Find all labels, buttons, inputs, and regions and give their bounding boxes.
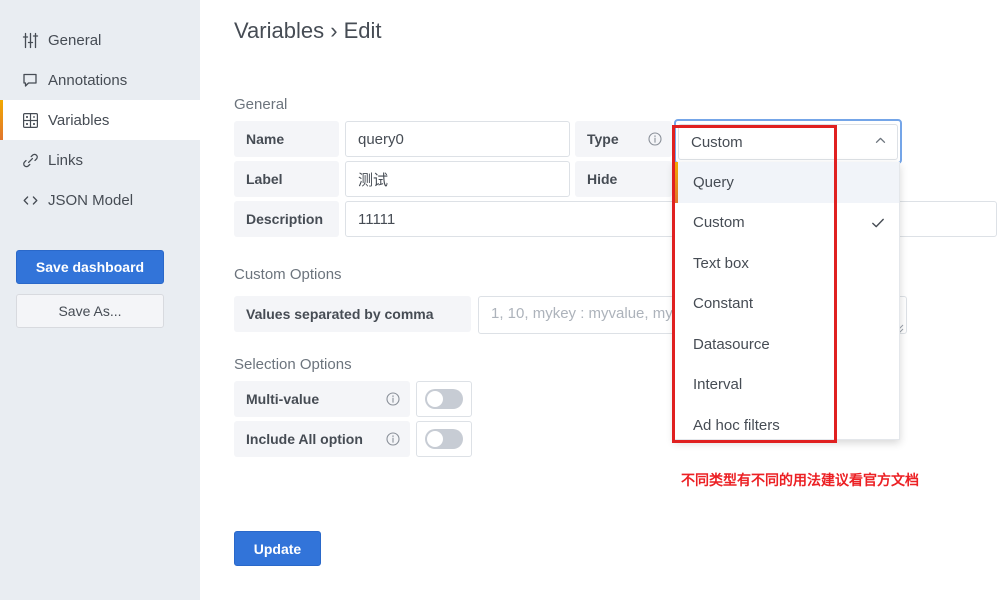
menu-item-label: Datasource (693, 335, 770, 353)
section-title-general: General (234, 96, 288, 113)
sidebar-item-links[interactable]: Links (0, 140, 200, 180)
values-field-label: Values separated by comma (234, 296, 471, 332)
type-field-label-text: Type (587, 131, 619, 147)
menu-item-custom[interactable]: Custom (675, 203, 899, 244)
sidebar-item-annotations[interactable]: Annotations (0, 60, 200, 100)
menu-item-datasource[interactable]: Datasource (675, 324, 899, 365)
multi-value-toggle[interactable] (416, 381, 472, 417)
multi-value-label-text: Multi-value (246, 391, 320, 407)
sliders-icon (22, 32, 39, 49)
comment-icon (22, 72, 39, 89)
name-field-label: Name (234, 121, 339, 157)
menu-item-constant[interactable]: Constant (675, 284, 899, 325)
menu-item-label: Constant (693, 295, 754, 313)
type-field-label: Type (575, 121, 672, 157)
grid-icon (22, 112, 39, 129)
menu-item-ad-hoc-filters[interactable]: Ad hoc filters (675, 405, 899, 446)
update-button[interactable]: Update (234, 531, 321, 566)
multi-value-field-label: Multi-value (234, 381, 410, 417)
menu-item-label: Ad hoc filters (693, 416, 780, 434)
menu-item-label: Query (693, 173, 734, 191)
type-select-value: Custom (691, 133, 743, 151)
info-icon[interactable] (386, 432, 400, 446)
app-root: General Annotations Variables Links JSON… (0, 0, 997, 600)
check-icon (871, 216, 885, 230)
type-select[interactable]: Custom (678, 124, 898, 160)
sidebar-item-variables[interactable]: Variables (0, 100, 200, 140)
toggle-knob (427, 391, 443, 407)
save-dashboard-button[interactable]: Save dashboard (16, 250, 164, 284)
sidebar-item-label: General (48, 31, 102, 49)
type-select-focus-ring: Custom (674, 119, 902, 164)
chevron-up-icon[interactable] (874, 134, 887, 151)
settings-sidebar: General Annotations Variables Links JSON… (0, 0, 200, 600)
code-brackets-icon (22, 192, 39, 209)
sidebar-nav: General Annotations Variables Links JSON… (0, 20, 200, 220)
toggle-knob (427, 431, 443, 447)
hide-field-label: Hide (575, 161, 672, 197)
menu-item-query[interactable]: Query (675, 162, 899, 203)
sidebar-item-label: Annotations (48, 71, 128, 89)
info-icon[interactable] (386, 392, 400, 406)
section-title-custom-options: Custom Options (234, 266, 342, 283)
label-field-label: Label (234, 161, 339, 197)
toggle-track (425, 429, 463, 449)
menu-item-label: Custom (693, 214, 745, 232)
menu-item-text-box[interactable]: Text box (675, 243, 899, 284)
description-field-label: Description (234, 201, 339, 237)
sidebar-item-json-model[interactable]: JSON Model (0, 180, 200, 220)
section-title-selection-options: Selection Options (234, 356, 352, 373)
type-select-menu: Query Custom Text box Constant Datasourc… (674, 162, 900, 440)
info-icon[interactable] (648, 132, 662, 146)
menu-item-label: Text box (693, 254, 749, 272)
menu-item-label: Interval (693, 376, 743, 394)
sidebar-item-general[interactable]: General (0, 20, 200, 60)
sidebar-item-label: Variables (48, 111, 110, 129)
include-all-field-label: Include All option (234, 421, 410, 457)
annotation-note: 不同类型有不同的用法建议看官方文档 (681, 472, 919, 488)
sidebar-actions: Save dashboard Save As... (0, 250, 200, 328)
toggle-track (425, 389, 463, 409)
include-all-toggle[interactable] (416, 421, 472, 457)
sidebar-item-label: JSON Model (48, 191, 134, 209)
link-icon (22, 152, 39, 169)
menu-item-interval[interactable]: Interval (675, 365, 899, 406)
sidebar-item-label: Links (48, 151, 84, 169)
save-as-button[interactable]: Save As... (16, 294, 164, 328)
page-title: Variables › Edit (234, 18, 382, 43)
include-all-label-text: Include All option (246, 431, 363, 447)
label-input[interactable]: 测试 (345, 161, 570, 197)
name-input[interactable]: query0 (345, 121, 570, 157)
